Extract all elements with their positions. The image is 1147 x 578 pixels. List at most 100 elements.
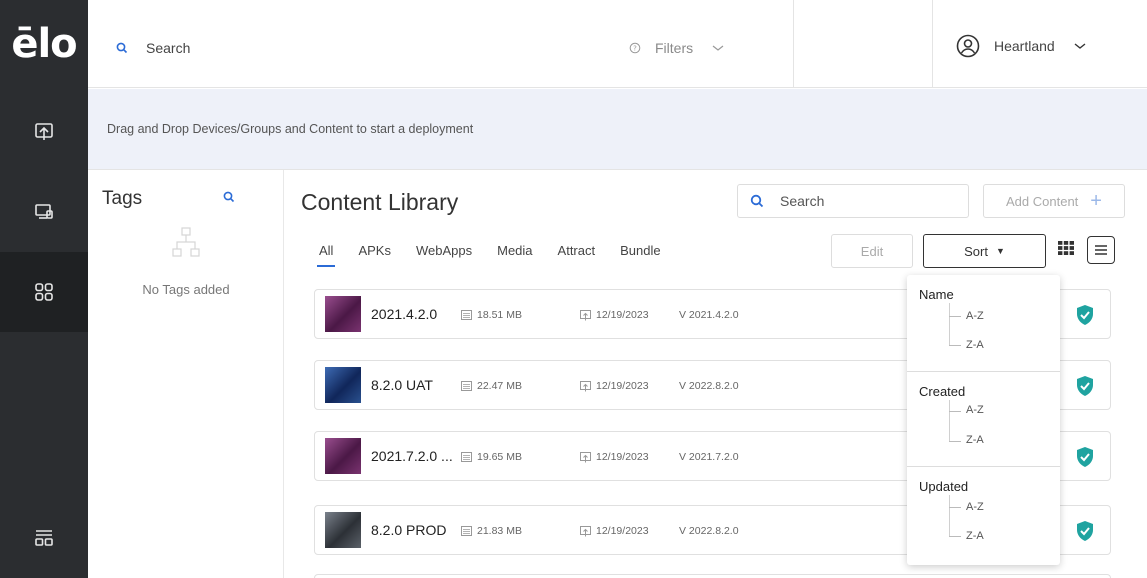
list-view-button[interactable] [1087, 236, 1115, 264]
upload-date-value: 12/19/2023 [596, 451, 649, 463]
nav-rail: ēlo [0, 0, 88, 578]
search-icon [116, 42, 128, 54]
divider [793, 0, 794, 88]
add-content-button[interactable]: Add Content + [983, 184, 1125, 218]
library-search-placeholder: Search [780, 193, 825, 209]
global-search[interactable]: Search [116, 40, 190, 56]
tree-line [949, 536, 961, 537]
sort-updated-az[interactable]: A-Z [966, 501, 984, 513]
upload-icon [580, 309, 591, 320]
upload-icon [580, 525, 591, 536]
deploy-icon [35, 123, 53, 140]
sort-group-created: Created [919, 384, 966, 399]
top-bar: Search ? Filters Heartland [88, 0, 1147, 88]
file-size-value: 19.65 MB [477, 451, 522, 463]
menu-divider [907, 466, 1060, 467]
file-size-value: 22.47 MB [477, 380, 522, 392]
nav-deploy[interactable] [0, 92, 88, 172]
plus-icon: + [1090, 190, 1102, 212]
content-thumbnail [325, 367, 361, 403]
file-size: 19.65 MB [461, 451, 522, 463]
drop-zone-text: Drag and Drop Devices/Groups and Content… [107, 122, 474, 136]
user-menu[interactable]: Heartland [956, 34, 1089, 58]
content-version: V 2022.8.2.0 [679, 525, 739, 537]
file-icon [461, 381, 472, 391]
tree-line [949, 495, 950, 537]
content-icon [35, 283, 53, 301]
edit-button[interactable]: Edit [831, 234, 913, 268]
tab-media[interactable]: Media [497, 243, 532, 258]
content-thumbnail [325, 512, 361, 548]
sort-created-za[interactable]: Z-A [966, 434, 984, 446]
content-tabs: All APKs WebApps Media Attract Bundle [316, 243, 686, 267]
content-name: 2021.7.2.0 ... [371, 448, 453, 464]
sort-label: Sort [964, 243, 988, 259]
content-thumbnail [325, 438, 361, 474]
content-thumbnail [325, 296, 361, 332]
upload-date: 12/19/2023 [580, 309, 649, 321]
file-size: 21.83 MB [461, 525, 522, 537]
sort-menu: Name A-Z Z-A Created A-Z Z-A Updated A-Z… [907, 275, 1060, 565]
devices-icon [35, 204, 53, 219]
tab-attract[interactable]: Attract [558, 243, 596, 258]
nav-devices[interactable] [0, 172, 88, 252]
search-icon [750, 194, 764, 208]
elo-logo: ēlo [11, 21, 77, 67]
app-window: ēlo Search ? Filters Heartland Drag and … [0, 0, 1147, 578]
upload-date-value: 12/19/2023 [596, 380, 649, 392]
sort-name-az[interactable]: A-Z [966, 310, 984, 322]
tags-empty-text: No Tags added [142, 282, 230, 297]
tab-apks[interactable]: APKs [358, 243, 391, 258]
content-row-partial[interactable] [314, 574, 1111, 578]
help-icon: ? [629, 42, 641, 54]
shield-check-icon [1077, 376, 1093, 396]
svg-text:?: ? [633, 45, 637, 53]
sort-name-za[interactable]: Z-A [966, 339, 984, 351]
library-search-input[interactable]: Search [737, 184, 969, 218]
shield-check-icon [1077, 447, 1093, 467]
upload-date-value: 12/19/2023 [596, 525, 649, 537]
deploy-drop-zone[interactable]: Drag and Drop Devices/Groups and Content… [88, 89, 1147, 170]
settings-icon [35, 530, 53, 546]
upload-icon [580, 451, 591, 462]
tags-title: Tags [102, 188, 143, 209]
tree-line [949, 411, 961, 412]
nav-content[interactable] [0, 252, 88, 332]
grid-view-icon[interactable] [1058, 241, 1074, 255]
search-icon[interactable] [223, 191, 235, 203]
nav-settings[interactable] [0, 498, 88, 578]
hierarchy-icon [172, 227, 200, 257]
user-avatar-icon [956, 34, 980, 58]
content-version: V 2021.4.2.0 [679, 309, 739, 321]
tree-line [949, 345, 961, 346]
upload-date: 12/19/2023 [580, 380, 649, 392]
tree-line [949, 507, 961, 508]
upload-date: 12/19/2023 [580, 525, 649, 537]
file-size: 18.51 MB [461, 309, 522, 321]
sort-button[interactable]: Sort ▼ [923, 234, 1046, 268]
content-name: 8.2.0 PROD [371, 522, 447, 538]
tree-line [949, 400, 950, 442]
chevron-down-icon [1074, 43, 1086, 49]
filters-label: Filters [655, 40, 694, 56]
divider [932, 0, 933, 88]
user-name: Heartland [994, 38, 1055, 54]
tree-line [949, 316, 961, 317]
content-name: 8.2.0 UAT [371, 377, 433, 393]
shield-check-icon [1077, 521, 1093, 541]
content-version: V 2021.7.2.0 [679, 451, 739, 463]
sort-created-az[interactable]: A-Z [966, 404, 984, 416]
caret-down-icon: ▼ [995, 246, 1005, 256]
sort-group-updated: Updated [919, 479, 969, 494]
sort-group-name: Name [919, 287, 954, 302]
filters-dropdown[interactable]: ? Filters [629, 40, 729, 56]
sort-updated-za[interactable]: Z-A [966, 530, 984, 542]
tree-line [949, 303, 950, 346]
global-search-placeholder: Search [146, 40, 191, 56]
tab-all[interactable]: All [316, 243, 336, 267]
menu-divider [907, 371, 1060, 372]
tab-bundle[interactable]: Bundle [620, 243, 660, 258]
tab-webapps[interactable]: WebApps [416, 243, 472, 258]
file-size: 22.47 MB [461, 380, 522, 392]
chevron-down-icon [712, 45, 724, 51]
